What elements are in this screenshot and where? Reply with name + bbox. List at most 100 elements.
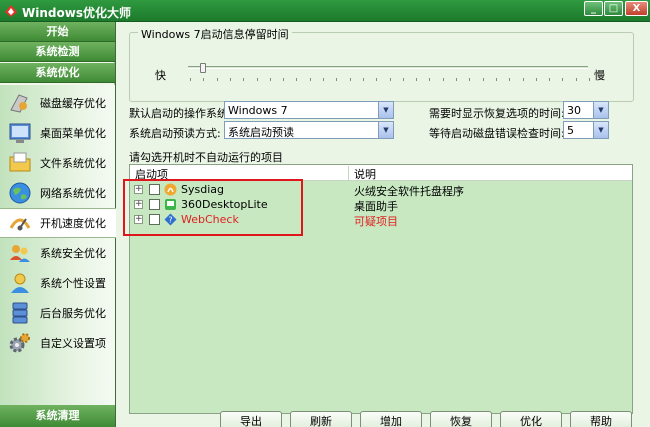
slider-tick (402, 78, 404, 81)
sidebar-item-desktop-menu[interactable]: 桌面菜单优化 (0, 118, 115, 148)
boot-timeout-group: Windows 7启动信息停留时间 快 慢 (129, 26, 634, 102)
boot-mode-select[interactable]: 系统启动预读 ▼ (224, 121, 394, 139)
sidebar-item-file-system[interactable]: 文件系统优化 (0, 148, 115, 178)
slider-tick (362, 78, 364, 81)
slider-tick (283, 78, 285, 81)
slider-tick (389, 78, 391, 81)
slider-tick (309, 78, 311, 81)
slider-tick (562, 78, 564, 81)
globe-icon (9, 182, 31, 204)
slider-tick (482, 78, 484, 81)
restore-button[interactable]: 恢复 (430, 411, 492, 427)
sidebar-item-security[interactable]: 系统安全优化 (0, 238, 115, 268)
sidebar-item-services[interactable]: 后台服务优化 (0, 298, 115, 328)
slider-tick (416, 78, 418, 81)
sidebar-section-optimize[interactable]: 系统优化 (0, 63, 115, 83)
sidebar-list: 磁盘缓存优化 桌面菜单优化 文件系统优化 网络系统优化 开机速度优化 系统安全优… (0, 85, 116, 405)
help-button[interactable]: 帮助 (570, 411, 632, 427)
title-bar: Windows优化大师 _ □ X (0, 0, 650, 22)
sidebar-item-startup-speed[interactable]: 开机速度优化 (0, 208, 116, 238)
slider-tick (535, 78, 537, 81)
sidebar-item-network[interactable]: 网络系统优化 (0, 178, 115, 208)
sidebar-item-label: 系统安全优化 (40, 247, 106, 260)
boot-mode-label: 系统启动预读方式: (129, 127, 221, 140)
add-button[interactable]: 增加 (360, 411, 422, 427)
gears-icon (9, 333, 30, 353)
disk-cache-icon (10, 94, 28, 113)
slider-tick (216, 78, 218, 81)
folder-icon (9, 152, 31, 172)
slider-tick (509, 78, 511, 81)
default-os-select[interactable]: Windows 7 ▼ (224, 101, 394, 119)
app-logo-icon (5, 5, 17, 17)
desktop-menu-icon (9, 123, 31, 143)
sidebar-item-personalize[interactable]: 系统个性设置 (0, 268, 115, 298)
sidebar-item-label: 桌面菜单优化 (40, 127, 106, 140)
sidebar-item-custom[interactable]: 自定义设置项 (0, 328, 115, 358)
sidebar-item-label: 系统个性设置 (40, 277, 106, 290)
sidebar-item-disk-cache[interactable]: 磁盘缓存优化 (0, 88, 115, 118)
slider-tick (296, 78, 298, 81)
chevron-down-icon[interactable]: ▼ (378, 102, 393, 118)
slider-tick (376, 78, 378, 81)
boot-mode-value: 系统启动预读 (228, 126, 294, 139)
highlight-box (123, 179, 303, 236)
slider-tick (549, 78, 551, 81)
sidebar-item-label: 后台服务优化 (40, 307, 106, 320)
restore-time-value: 30 (567, 104, 581, 117)
chevron-down-icon[interactable]: ▼ (593, 102, 608, 118)
slider-tick (323, 78, 324, 81)
personalize-icon (11, 273, 29, 293)
slider-tick (190, 78, 191, 81)
slider-tick (429, 78, 431, 81)
slider-tick (469, 78, 471, 81)
minimize-button[interactable]: _ (584, 1, 603, 16)
sidebar-section-start[interactable]: 开始 (0, 22, 115, 42)
services-icon (12, 302, 28, 324)
slider-track[interactable] (188, 66, 588, 69)
slider-thumb[interactable] (200, 63, 206, 73)
column-desc[interactable]: 说明 (354, 166, 376, 182)
export-button[interactable]: 导出 (220, 411, 282, 427)
slider-slow-label: 慢 (594, 69, 605, 82)
refresh-button[interactable]: 刷新 (290, 411, 352, 427)
disk-check-label: 等待启动磁盘错误检查时间: (429, 127, 565, 140)
slider-tick (243, 78, 245, 81)
slider-tick (442, 78, 444, 81)
slider-tick (269, 78, 271, 81)
sidebar-item-label: 开机速度优化 (40, 217, 106, 230)
restore-time-label: 需要时显示恢复选项的时间: (429, 107, 565, 120)
sidebar-item-label: 文件系统优化 (40, 157, 106, 170)
slider-tick (349, 78, 351, 81)
slider-tick (203, 78, 205, 81)
sidebar-item-label: 磁盘缓存优化 (40, 97, 106, 110)
restore-time-select[interactable]: 30 ▼ (563, 101, 609, 119)
slider-tick (256, 78, 258, 81)
slider-fast-label: 快 (155, 69, 166, 82)
sidebar-section-cleanup[interactable]: 系统清理 (0, 405, 115, 427)
chevron-down-icon[interactable]: ▼ (378, 122, 393, 138)
optimize-button[interactable]: 优化 (500, 411, 562, 427)
maximize-button[interactable]: □ (604, 1, 623, 16)
sidebar-item-label: 自定义设置项 (40, 337, 106, 350)
startup-hint: 请勾选开机时不自动运行的项目 (129, 151, 283, 164)
default-os-label: 默认启动的操作系统: (129, 107, 232, 120)
disk-check-value: 5 (567, 124, 574, 137)
slider-tick (336, 78, 338, 81)
slider-tick (229, 78, 231, 81)
close-button[interactable]: X (625, 1, 648, 16)
group-title: Windows 7启动信息停留时间 (138, 26, 292, 42)
column-separator (348, 166, 349, 180)
slider-tick (575, 78, 577, 81)
security-users-icon (10, 245, 30, 262)
slider-tick (456, 78, 457, 81)
slider-ticks (190, 78, 590, 82)
slider-tick (522, 78, 524, 81)
sidebar: 开始 系统检测 系统优化 磁盘缓存优化 桌面菜单优化 文件系统优化 网络系统优化 (0, 22, 116, 427)
slider-tick (495, 78, 497, 81)
sidebar-item-label: 网络系统优化 (40, 187, 106, 200)
chevron-down-icon[interactable]: ▼ (593, 122, 608, 138)
disk-check-select[interactable]: 5 ▼ (563, 121, 609, 139)
sidebar-section-detect[interactable]: 系统检测 (0, 42, 115, 62)
row-desc: 可疑项目 (354, 215, 398, 228)
